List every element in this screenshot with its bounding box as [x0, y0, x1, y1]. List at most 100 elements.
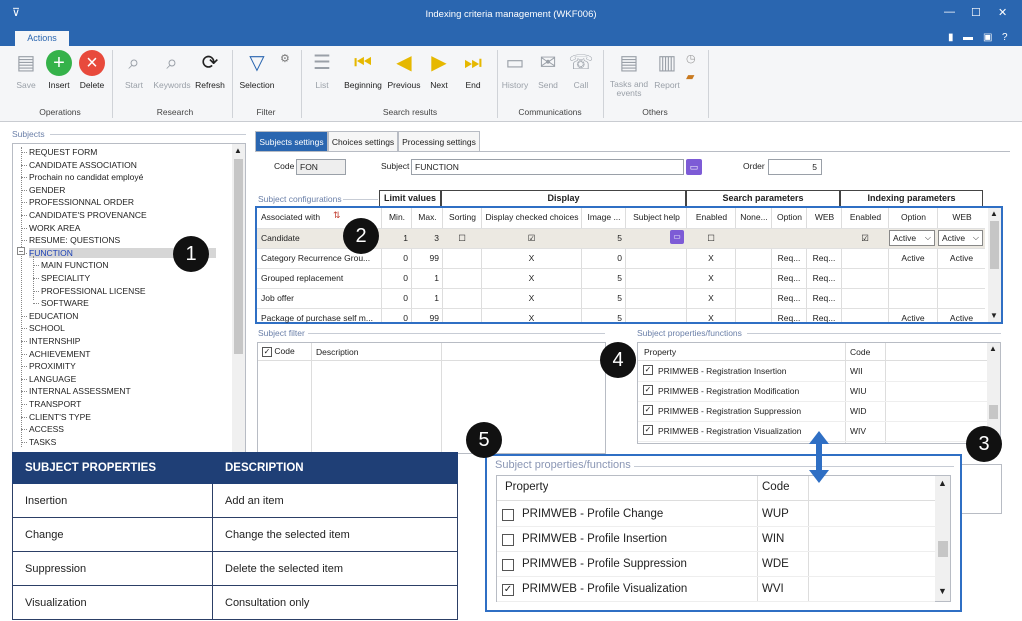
- zoom-property-checkbox[interactable]: ✓: [502, 584, 514, 596]
- tree-item[interactable]: CLIENT'S TYPE: [29, 412, 91, 422]
- tree-item[interactable]: CANDIDATE'S PROVENANCE: [29, 210, 147, 220]
- status-dropdown[interactable]: Active ⌵: [938, 230, 983, 246]
- tree-scrollbar[interactable]: ▲: [232, 144, 245, 455]
- scroll-thumb[interactable]: [990, 221, 999, 269]
- scroll-down-icon[interactable]: ▼: [990, 311, 998, 320]
- phone-icon[interactable]: ▮: [948, 32, 954, 43]
- tab-processing-settings[interactable]: Processing settings: [398, 131, 480, 151]
- property-checkbox[interactable]: ✓: [643, 365, 653, 375]
- tab-choices-settings[interactable]: Choices settings: [328, 131, 398, 151]
- grid-scrollbar[interactable]: ▲ ▼: [988, 208, 1001, 322]
- column-header[interactable]: WEB: [941, 212, 983, 222]
- tree-item[interactable]: PROFESSIONAL LICENSE: [41, 286, 146, 296]
- chevron-down-icon[interactable]: ⌵: [973, 231, 979, 245]
- tree-item[interactable]: ACHIEVEMENT: [29, 349, 90, 359]
- column-header[interactable]: Sorting: [446, 212, 479, 222]
- table-cell[interactable]: ☑: [845, 233, 885, 244]
- tree-item[interactable]: EDUCATION: [29, 311, 78, 321]
- properties-grid[interactable]: Property Code ✓ PRIMWEB - Registration In…: [637, 342, 1001, 444]
- property-checkbox[interactable]: ✓: [643, 385, 653, 395]
- tree-item[interactable]: REQUEST FORM: [29, 147, 97, 157]
- property-checkbox[interactable]: ✓: [643, 425, 653, 435]
- tasks-events-button[interactable]: ▤ Tasks and events: [610, 50, 648, 98]
- tree-item[interactable]: INTERNAL ASSESSMENT: [29, 386, 131, 396]
- scroll-up-icon[interactable]: ▲: [938, 478, 947, 488]
- column-header[interactable]: Max.: [415, 212, 440, 222]
- column-header[interactable]: Option: [892, 212, 935, 222]
- help-icon[interactable]: ?: [1002, 32, 1008, 43]
- table-cell[interactable]: ☑: [485, 233, 578, 244]
- maximize-button[interactable]: ☐: [971, 6, 981, 19]
- tree-item[interactable]: Prochain no candidat employé: [29, 172, 143, 182]
- column-header[interactable]: Image ...: [585, 212, 623, 222]
- keywords-button[interactable]: ⌕ Keywords: [153, 50, 190, 90]
- gear-icon[interactable]: ⚙: [280, 52, 290, 65]
- chevron-down-icon[interactable]: ⌵: [925, 231, 931, 245]
- export-icon[interactable]: ▰: [686, 70, 694, 83]
- calendar-icon[interactable]: ▬: [963, 32, 973, 43]
- scroll-thumb[interactable]: [234, 159, 243, 354]
- scroll-up-icon[interactable]: ▲: [989, 344, 997, 353]
- tree-item[interactable]: LANGUAGE: [29, 374, 76, 384]
- call-button[interactable]: ☏ Call: [564, 50, 598, 90]
- tree-item[interactable]: MAIN FUNCTION: [41, 260, 109, 270]
- column-header[interactable]: WEB: [810, 212, 839, 222]
- tree-item[interactable]: WORK AREA: [29, 223, 80, 233]
- property-checkbox[interactable]: ✓: [643, 405, 653, 415]
- zoom-property-checkbox[interactable]: [502, 534, 514, 546]
- order-field[interactable]: 5: [768, 159, 822, 175]
- lock-icon[interactable]: ▣: [983, 32, 992, 43]
- column-header[interactable]: Display checked choices: [485, 212, 579, 222]
- end-button[interactable]: ⏭ End: [456, 50, 490, 90]
- code-field[interactable]: FON: [296, 159, 346, 175]
- zoom-grid[interactable]: Property Code PRIMWEB - Profile Change WU…: [496, 475, 951, 602]
- tab-subjects-settings[interactable]: Subjects settings: [255, 131, 328, 151]
- list-button[interactable]: ☰ List: [305, 50, 339, 90]
- tree-item[interactable]: SPECIALITY: [41, 273, 90, 283]
- selection-button[interactable]: ▽ Selection: [240, 50, 275, 90]
- tree-item[interactable]: SOFTWARE: [41, 298, 89, 308]
- subject-filter-grid[interactable]: ✓ Code Description: [257, 342, 606, 454]
- column-header[interactable]: Min.: [385, 212, 409, 222]
- scroll-thumb[interactable]: [938, 541, 948, 557]
- refresh-button[interactable]: ⟳ Refresh: [193, 50, 227, 90]
- collapse-icon[interactable]: −: [17, 247, 25, 256]
- subject-help-icon[interactable]: ▭: [686, 159, 702, 175]
- table-cell[interactable]: ☐: [690, 233, 732, 244]
- tree-item[interactable]: CANDIDATE ASSOCIATION: [29, 160, 137, 170]
- subjects-tree[interactable]: REQUEST FORM CANDIDATE ASSOCIATION Prochai…: [12, 143, 246, 456]
- column-header[interactable]: Subject help: [629, 212, 684, 222]
- clock-icon[interactable]: ◷: [686, 52, 696, 65]
- scroll-up-icon[interactable]: ▲: [234, 146, 242, 155]
- column-header[interactable]: None...: [739, 212, 769, 222]
- subject-help-icon[interactable]: ▭: [670, 230, 684, 244]
- delete-button[interactable]: × Delete: [75, 50, 109, 90]
- zoom-property-checkbox[interactable]: [502, 509, 514, 521]
- scroll-down-icon[interactable]: ▼: [938, 586, 947, 596]
- minimize-button[interactable]: —: [944, 6, 955, 18]
- table-cell[interactable]: ☐: [446, 233, 478, 244]
- column-header[interactable]: Enabled: [845, 212, 886, 222]
- sort-arrow-icon[interactable]: ⇅: [333, 210, 341, 221]
- tree-item[interactable]: ACCESS: [29, 424, 64, 434]
- tab-actions[interactable]: Actions: [15, 31, 69, 46]
- beginning-button[interactable]: ⏮ Beginning: [344, 50, 382, 90]
- zoom-scrollbar[interactable]: ▲ ▼: [935, 476, 950, 601]
- column-header[interactable]: Enabled: [690, 212, 733, 222]
- scroll-up-icon[interactable]: ▲: [990, 209, 998, 218]
- close-button[interactable]: ✕: [998, 6, 1007, 19]
- start-button[interactable]: ⌕ Start: [117, 50, 151, 90]
- tree-item[interactable]: GENDER: [29, 185, 65, 195]
- tree-item[interactable]: RESUME: QUESTIONS: [29, 235, 120, 245]
- tree-item[interactable]: INTERNSHIP: [29, 336, 80, 346]
- status-dropdown[interactable]: Active ⌵: [889, 230, 935, 246]
- tree-item[interactable]: TASKS: [29, 437, 56, 447]
- column-header[interactable]: Option: [775, 212, 804, 222]
- zoom-property-checkbox[interactable]: [502, 559, 514, 571]
- tree-item[interactable]: SCHOOL: [29, 323, 65, 333]
- tree-item[interactable]: PROXIMITY: [29, 361, 76, 371]
- tree-item[interactable]: PROFESSIONNAL ORDER: [29, 197, 134, 207]
- report-button[interactable]: ▥ Report: [650, 50, 684, 90]
- scroll-thumb[interactable]: [989, 405, 998, 419]
- tree-item[interactable]: TRANSPORT: [29, 399, 81, 409]
